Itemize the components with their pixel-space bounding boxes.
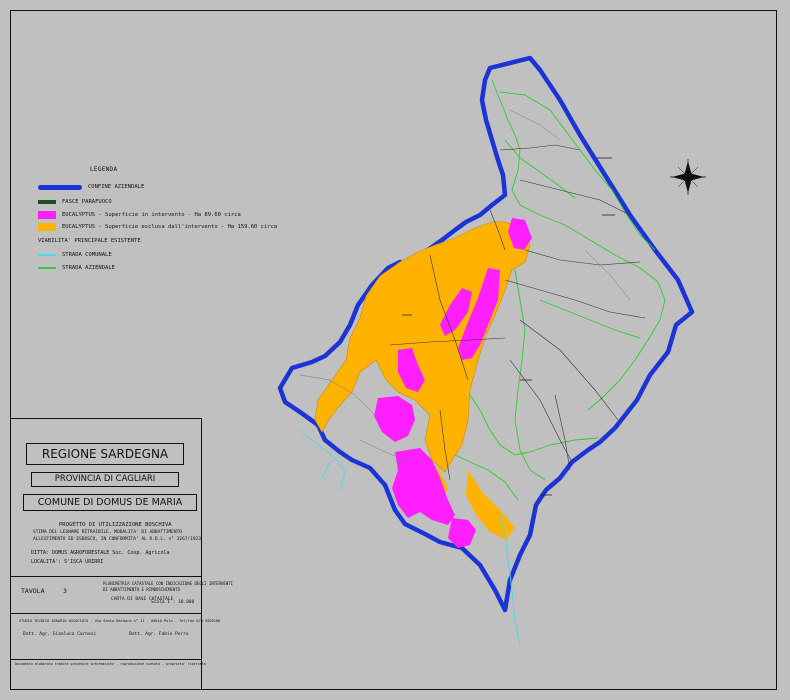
- legend-heading: LEGENDA: [90, 166, 118, 173]
- boundary-swatch: [38, 184, 82, 190]
- scale-label: Scala 1 : 10.000: [151, 600, 195, 605]
- divider: [11, 659, 201, 660]
- eucalyptus-excluded-area: [314, 221, 531, 473]
- region-title: REGIONE SARDEGNA: [26, 443, 184, 465]
- firebreak-swatch: [38, 200, 56, 204]
- footer-note: Documento elaborato tramite procedure in…: [15, 662, 206, 666]
- ditta-label: DITTA: DOMUS AGROFORESTALE Soc. Coop. Ag…: [31, 550, 170, 556]
- project-title: PROGETTO DI UTILIZZAZIONE BOSCHIVA: [59, 522, 172, 528]
- legend-item-boundary: CONFINE AZIENDALE: [38, 182, 144, 192]
- tavola-desc-1: PLANIMETRIA CATASTALE CON INDICAZIONE DE…: [103, 581, 234, 586]
- localita-label: LOCALITA': S'ISCA URIRRI: [31, 559, 104, 565]
- studio-label: STUDIO TECNICO AGRARIO ASSOCIATO - Via S…: [19, 619, 221, 623]
- signer-2: Dott. Agr. Fabio Porru: [129, 632, 189, 637]
- province-title: PROVINCIA DI CAGLIARI: [31, 472, 179, 487]
- legend-item-excluded: EUCALYPTUS - Superficie esclusa dall'int…: [38, 222, 277, 232]
- legend-item-intervention: EUCALYPTUS - Superficie in intervento - …: [38, 210, 241, 220]
- legend-item-firebreak: FASCE PARAFUOCO: [38, 197, 112, 207]
- title-block: REGIONE SARDEGNA PROVINCIA DI CAGLIARI C…: [10, 418, 233, 690]
- project-subtitle-2: ALLESTIMENTO ED ESBOSCO, IN CONFORMITA' …: [33, 537, 201, 542]
- divider: [11, 613, 201, 614]
- tavola-number: 3: [63, 587, 67, 595]
- tavola-desc-2: DI ABBATTIMENTO E RIMBOSCHIMENTO: [103, 587, 181, 592]
- divider: [11, 576, 201, 577]
- legend-viability-heading: VIABILITA' PRINCIPALE ESISTENTE: [38, 238, 141, 244]
- north-arrow-icon: [670, 159, 706, 195]
- comune-title: COMUNE DI DOMUS DE MARIA: [23, 494, 197, 511]
- tavola-label: TAVOLA: [21, 587, 45, 595]
- excluded-swatch: [38, 223, 56, 231]
- project-subtitle-1: STIMA DEL LEGNAME RITRAIBILE, MODALITA' …: [33, 530, 183, 535]
- legend-item-estate-road: STRADA AZIENDALE: [38, 263, 115, 273]
- municipal-road-swatch: [38, 254, 56, 256]
- signer-1: Dott. Agr. Gianluca Carnesi: [23, 632, 97, 637]
- legend-item-municipal-road: STRADA COMUNALE: [38, 250, 112, 260]
- eucalyptus-intervention-area: [374, 396, 415, 442]
- estate-road-swatch: [38, 267, 56, 269]
- intervention-swatch: [38, 211, 56, 219]
